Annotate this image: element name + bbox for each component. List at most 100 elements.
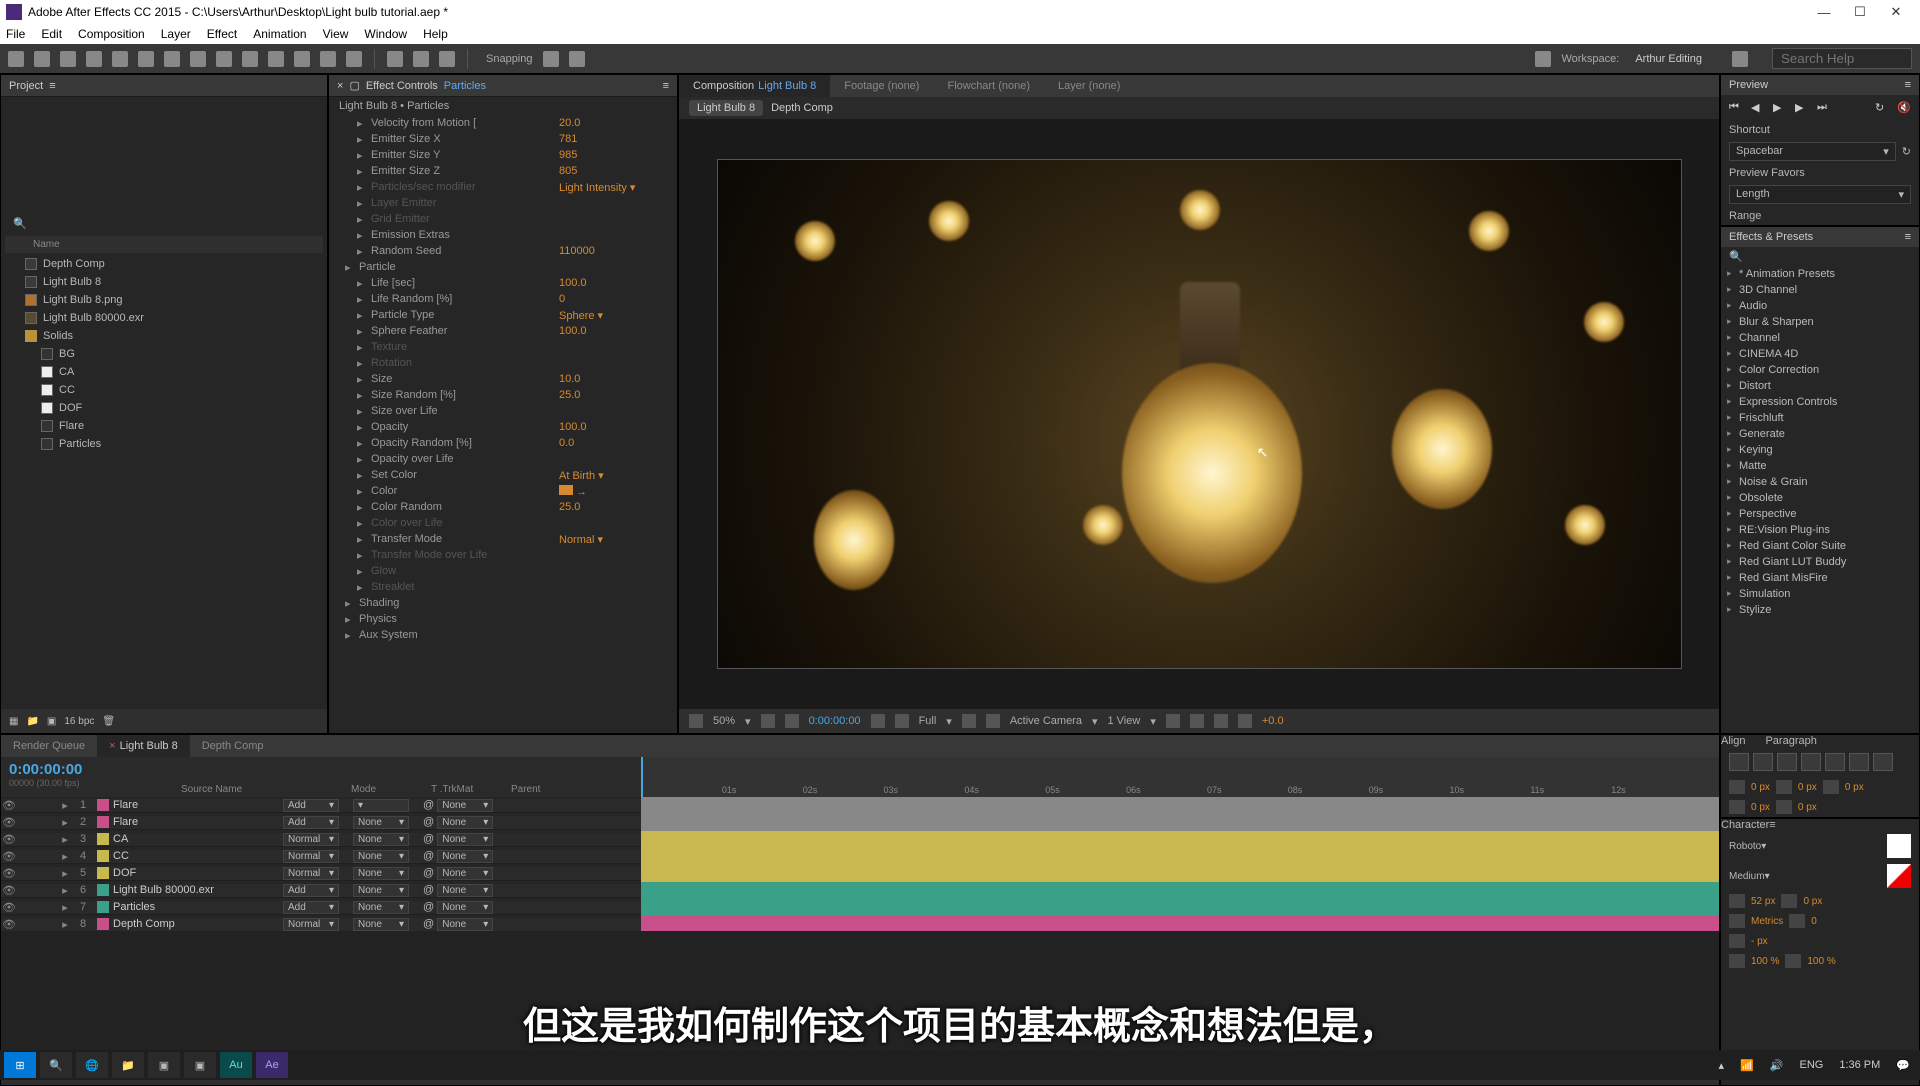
zoom-dropdown[interactable]: 50% (713, 715, 735, 727)
mode-dropdown[interactable]: Normal▾ (283, 918, 339, 931)
trkmat-dropdown[interactable]: None▾ (353, 833, 409, 846)
eraser-tool-icon[interactable] (294, 51, 310, 67)
rotate-tool-icon[interactable] (86, 51, 102, 67)
menu-layer[interactable]: Layer (161, 27, 191, 41)
first-frame-icon[interactable]: ⏮ (1729, 101, 1743, 115)
mode-dropdown[interactable]: Normal▾ (283, 833, 339, 846)
layer-name[interactable]: Flare (113, 816, 283, 828)
parent-dropdown[interactable]: None▾ (437, 867, 493, 880)
panel-menu-icon[interactable]: ≡ (1905, 79, 1911, 91)
menu-file[interactable]: File (6, 27, 25, 41)
layer-bar[interactable] (641, 848, 1719, 865)
menu-window[interactable]: Window (364, 27, 407, 41)
preset-category[interactable]: Noise & Grain (1721, 474, 1919, 490)
effect-property[interactable]: ▸Layer Emitter (329, 195, 677, 211)
visibility-icon[interactable]: 👁 (1, 867, 17, 880)
comp-tab[interactable]: CompositionLight Bulb 8 (679, 75, 830, 97)
align-center-icon[interactable] (1753, 753, 1773, 771)
last-frame-icon[interactable]: ⏭ (1817, 101, 1831, 115)
audition-icon[interactable]: Au (220, 1052, 252, 1078)
app1-icon[interactable]: ▣ (148, 1052, 180, 1078)
trkmat-dropdown[interactable]: None▾ (353, 816, 409, 829)
panel-menu-icon[interactable]: ≡ (49, 80, 55, 92)
character-tab[interactable]: Character (1721, 819, 1769, 831)
layer-name[interactable]: DOF (113, 867, 283, 879)
panel-menu-icon[interactable]: ≡ (1905, 231, 1911, 243)
indent-first-icon[interactable] (1823, 780, 1839, 794)
start-button[interactable]: ⊞ (4, 1052, 36, 1078)
parent-dropdown[interactable]: None▾ (437, 833, 493, 846)
pen-tool-icon[interactable] (190, 51, 206, 67)
visibility-icon[interactable]: 👁 (1, 799, 17, 812)
align-justify4-icon[interactable] (1873, 753, 1893, 771)
preset-category[interactable]: Expression Controls (1721, 394, 1919, 410)
preset-category[interactable]: Matte (1721, 458, 1919, 474)
length-dropdown[interactable]: Length▾ (1729, 185, 1911, 204)
effect-property[interactable]: ▸Physics (329, 611, 677, 627)
effect-property[interactable]: ▸Emitter Size X781 (329, 131, 677, 147)
project-item[interactable]: Light Bulb 8 (5, 273, 323, 291)
snap-icon[interactable] (543, 51, 559, 67)
camera-tool-icon[interactable] (112, 51, 128, 67)
visibility-icon[interactable]: 👁 (1, 850, 17, 863)
layer-color[interactable] (97, 918, 109, 930)
col-mode[interactable]: Mode (351, 784, 431, 795)
layer-name[interactable]: Particles (113, 901, 283, 913)
folder-icon[interactable]: 📁 (26, 716, 38, 727)
interpret-icon[interactable]: ▦ (9, 716, 18, 727)
layer-color[interactable] (97, 867, 109, 879)
effect-property[interactable]: ▸Size over Life (329, 403, 677, 419)
effect-property[interactable]: ▸Grid Emitter (329, 211, 677, 227)
effect-property[interactable]: ▸Glow (329, 563, 677, 579)
layer-name[interactable]: Depth Comp (113, 918, 283, 930)
timeline-layer[interactable]: 👁▸6Light Bulb 80000.exrAdd▾None▾@ None▾ (1, 882, 1719, 899)
camera-dropdown[interactable]: Active Camera (1010, 715, 1082, 727)
effect-property[interactable]: ▸Emitter Size Z805 (329, 163, 677, 179)
tray-icon[interactable]: ▴ (1719, 1059, 1725, 1072)
time-ruler[interactable]: 01s02s03s04s05s06s07s08s09s10s11s12s (641, 757, 1719, 797)
effect-property[interactable]: ▸Texture (329, 339, 677, 355)
mode-dropdown[interactable]: Normal▾ (283, 850, 339, 863)
layer-color[interactable] (97, 816, 109, 828)
preset-category[interactable]: Distort (1721, 378, 1919, 394)
timeline-tab[interactable]: Depth Comp (190, 735, 276, 757)
volume-icon[interactable]: 🔊 (1770, 1059, 1784, 1072)
layer-color[interactable] (97, 833, 109, 845)
indent-right-icon[interactable] (1776, 780, 1792, 794)
mode-dropdown[interactable]: Normal▾ (283, 867, 339, 880)
zoom-tool-icon[interactable] (60, 51, 76, 67)
name-column[interactable]: Name (33, 239, 60, 250)
pixel-aspect-icon[interactable] (1166, 714, 1180, 728)
preset-category[interactable]: 3D Channel (1721, 282, 1919, 298)
project-item[interactable]: BG (5, 345, 323, 363)
space-after-icon[interactable] (1776, 800, 1792, 814)
align-left-icon[interactable] (1729, 753, 1749, 771)
align-justify3-icon[interactable] (1849, 753, 1869, 771)
roto-tool-icon[interactable] (320, 51, 336, 67)
layer-color[interactable] (97, 901, 109, 913)
help-search-input[interactable] (1772, 48, 1912, 69)
timeline-layer[interactable]: 👁▸4CCNormal▾None▾@ None▾ (1, 848, 1719, 865)
preset-category[interactable]: Red Giant LUT Buddy (1721, 554, 1919, 570)
effect-property[interactable]: ▸Color → (329, 483, 677, 499)
layer-name[interactable]: CC (113, 850, 283, 862)
effect-property[interactable]: ▸Transfer Mode over Life (329, 547, 677, 563)
layer-color[interactable] (97, 799, 109, 811)
clock[interactable]: 1:36 PM (1839, 1059, 1880, 1071)
notifications-icon[interactable]: 💬 (1896, 1059, 1910, 1072)
chrome-icon[interactable]: 🌐 (76, 1052, 108, 1078)
effects-presets-tab[interactable]: Effects & Presets (1729, 231, 1813, 243)
visibility-icon[interactable]: 👁 (1, 833, 17, 846)
axis-world-icon[interactable] (413, 51, 429, 67)
effect-property[interactable]: ▸Shading (329, 595, 677, 611)
pan-behind-tool-icon[interactable] (138, 51, 154, 67)
channel-icon[interactable] (895, 714, 909, 728)
composition-canvas[interactable]: ↖ (717, 159, 1682, 669)
effect-property[interactable]: ▸Sphere Feather100.0 (329, 323, 677, 339)
puppet-tool-icon[interactable] (346, 51, 362, 67)
composition-viewer[interactable]: ↖ (679, 119, 1719, 709)
hand-tool-icon[interactable] (34, 51, 50, 67)
visibility-icon[interactable]: 👁 (1, 884, 17, 897)
project-item[interactable]: Light Bulb 8.png (5, 291, 323, 309)
timeline-tab[interactable]: ×Light Bulb 8 (97, 735, 190, 757)
